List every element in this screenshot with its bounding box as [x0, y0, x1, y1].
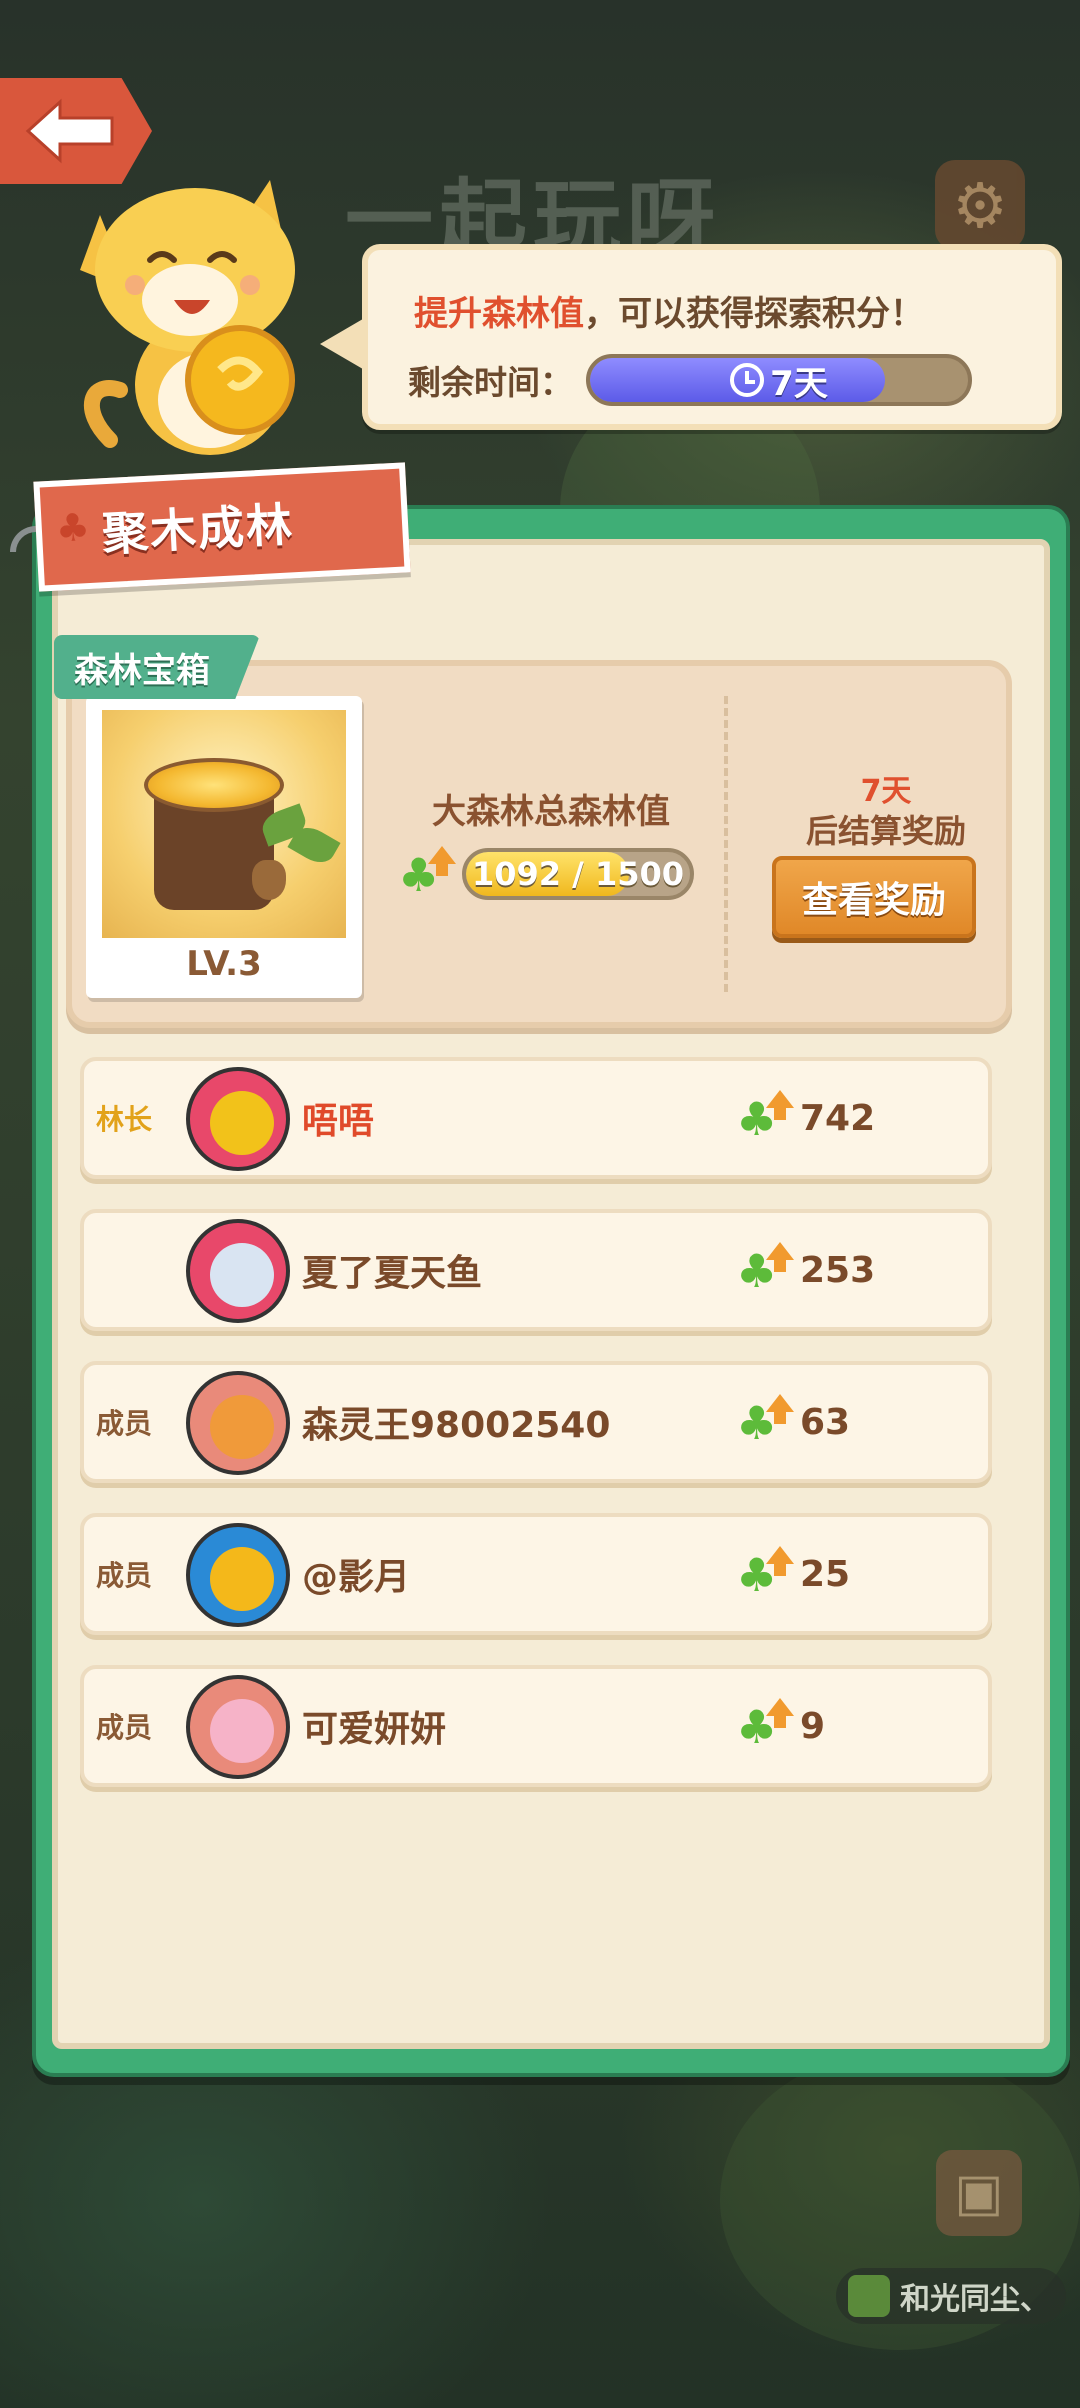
forest-value-icon: ♣	[736, 1698, 794, 1754]
user-tag[interactable]: 和光同尘、	[836, 2268, 1066, 2324]
panel-title-ribbon: ♣ 聚木成林	[33, 462, 411, 592]
member-score: ♣ 9	[736, 1669, 825, 1783]
member-row[interactable]: 夏了夏天鱼 ♣ 253	[80, 1209, 992, 1331]
chest-tag: 森林宝箱	[54, 635, 260, 699]
remaining-time-value: 7天	[770, 363, 828, 404]
member-score: ♣ 63	[736, 1365, 850, 1479]
remaining-time-text: 7天	[590, 358, 968, 402]
member-row[interactable]: 成员 可爱妍妍 ♣ 9	[80, 1665, 992, 1787]
club-icon: ♣	[54, 504, 92, 551]
clock-icon	[730, 363, 765, 397]
view-rewards-button[interactable]: 查看奖励	[772, 856, 976, 938]
tag-club-icon	[848, 2275, 890, 2317]
member-name: 森灵王98002540	[302, 1405, 611, 1446]
forest-value-icon: ♣	[736, 1242, 794, 1298]
panel-title: 聚木成林	[100, 497, 296, 562]
forest-value-progress: ♣ 1092 / 1500	[398, 846, 694, 902]
bubble-message-rest: ，可以获得探索积分！	[584, 294, 924, 334]
user-tag-text: 和光同尘、	[900, 2282, 1050, 2317]
member-avatar[interactable]	[186, 1675, 290, 1779]
bubble-highlight: 提升森林值	[414, 294, 584, 334]
forest-chest-box: LV.3 大森林总森林值 ♣ 1092 / 1500 7天 后结算奖励 查看奖励	[66, 660, 1012, 1028]
member-avatar[interactable]	[186, 1523, 290, 1627]
member-role: 成员	[96, 1407, 153, 1440]
forest-value-label: 大森林总森林值	[432, 792, 670, 832]
chest-level: LV.3	[186, 944, 262, 984]
member-name: 可爱妍妍	[302, 1709, 447, 1750]
stump-top	[144, 758, 284, 812]
forest-value-icon: ♣	[398, 846, 456, 902]
chest-card[interactable]: LV.3	[86, 696, 362, 998]
gear-icon[interactable]: ⚙	[935, 160, 1025, 250]
remaining-time-label: 剩余时间：	[408, 363, 573, 402]
tree-stump-chest-image	[102, 710, 346, 938]
settle-text: 后结算奖励	[805, 812, 966, 850]
info-bubble: 提升森林值，可以获得探索积分！ 剩余时间： 7天	[320, 244, 1062, 430]
member-role: 林长	[96, 1103, 153, 1136]
profile-card-icon[interactable]: ▣	[936, 2150, 1022, 2236]
member-row[interactable]: 林长 唔唔 ♣ 742	[80, 1057, 992, 1179]
cat-mascot	[80, 180, 295, 455]
forest-value-icon: ♣	[736, 1090, 794, 1146]
member-row[interactable]: 成员 森灵王98002540 ♣ 63	[80, 1361, 992, 1483]
forest-value-bar: 1092 / 1500	[462, 848, 694, 900]
settle-days: 7天	[860, 774, 912, 809]
member-score-value: 253	[800, 1249, 876, 1291]
member-name: @影月	[302, 1557, 411, 1598]
member-name: 夏了夏天鱼	[302, 1253, 483, 1294]
chest-divider	[724, 696, 728, 992]
member-avatar[interactable]	[186, 1067, 290, 1171]
member-score-value: 742	[800, 1097, 876, 1139]
member-score: ♣ 742	[736, 1061, 875, 1175]
member-score-value: 63	[800, 1401, 851, 1443]
member-avatar[interactable]	[186, 1219, 290, 1323]
member-name: 唔唔	[302, 1101, 375, 1142]
forest-value-icon: ♣	[736, 1394, 794, 1450]
forest-value-icon: ♣	[736, 1546, 794, 1602]
forest-value-text: 1092 / 1500	[471, 855, 685, 893]
member-role: 成员	[96, 1559, 153, 1592]
member-score-value: 25	[800, 1553, 851, 1595]
member-avatar[interactable]	[186, 1371, 290, 1475]
member-score: ♣ 253	[736, 1213, 875, 1327]
remaining-time-bar: 7天	[586, 354, 972, 406]
back-arrow-icon	[25, 98, 114, 164]
member-score: ♣ 25	[736, 1517, 850, 1631]
acorn-icon	[252, 860, 286, 900]
member-role: 成员	[96, 1711, 153, 1744]
bubble-message: 提升森林值，可以获得探索积分！	[414, 286, 924, 335]
member-score-value: 9	[800, 1705, 826, 1747]
member-row[interactable]: 成员 @影月 ♣ 25	[80, 1513, 992, 1635]
